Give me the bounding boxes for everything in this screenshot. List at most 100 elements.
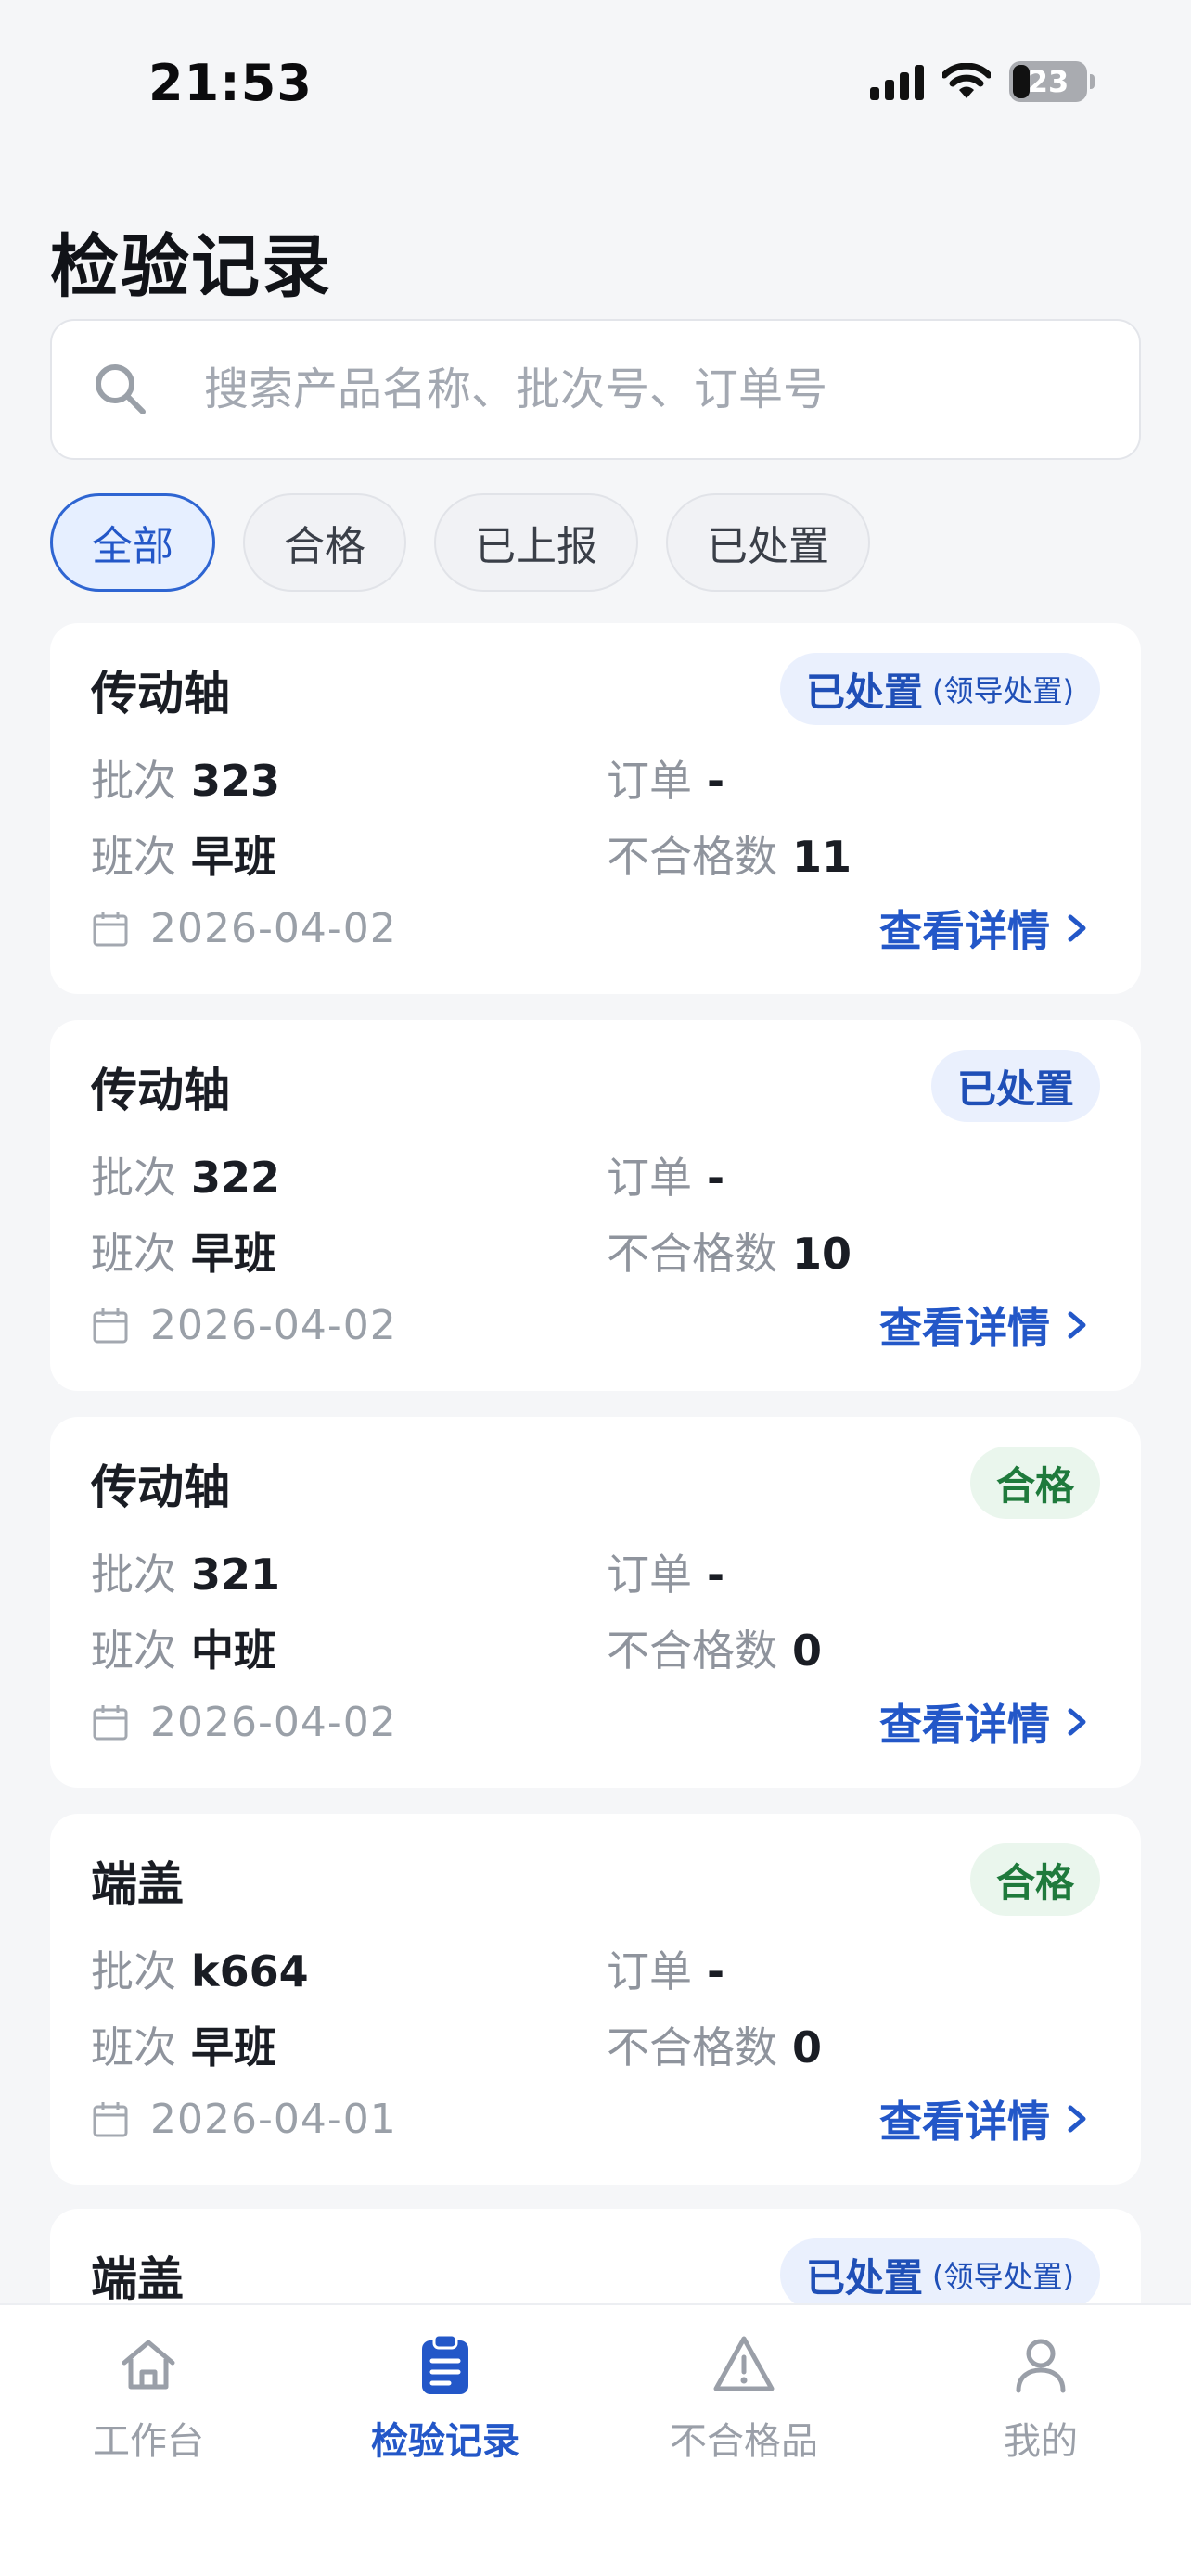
status-badge: 已处置 (领导处置) <box>780 2238 1100 2311</box>
shift-label: 班次 <box>91 832 176 882</box>
filter-handled[interactable]: 已处置 <box>666 493 870 592</box>
product-name: 传动轴 <box>91 667 230 721</box>
status-badge: 已处置 <box>930 1050 1100 1122</box>
defect-field: 不合格数 11 <box>607 823 852 885</box>
shift-field: 班次 早班 <box>91 823 276 885</box>
filter-qualified[interactable]: 合格 <box>243 493 406 592</box>
batch-value: 321 <box>191 1549 281 1600</box>
nav-mine[interactable]: 我的 <box>911 2331 1171 2465</box>
shift-value: 中班 <box>191 1626 276 1676</box>
nav-label: 检验记录 <box>371 2420 519 2463</box>
batch-label: 批次 <box>91 756 176 806</box>
defect-value: 11 <box>792 832 852 882</box>
status-label: 已处置 <box>806 669 924 715</box>
product-name: 传动轴 <box>91 1064 230 1117</box>
batch-label: 批次 <box>91 1946 176 1996</box>
shift-value: 早班 <box>191 2022 276 2072</box>
date-row: 2026-04-02 <box>91 1699 397 1746</box>
defect-label: 不合格数 <box>607 1229 777 1279</box>
record-card[interactable]: 端盖 合格 批次 k664 订单 - 班次 早班 不合格数 0 2026-04-01 查… <box>50 1814 1141 2185</box>
status-note: (领导处置) <box>932 673 1074 708</box>
date-row: 2026-04-02 <box>91 905 397 952</box>
bottom-nav: 工作台 检验记录 不合格品 我的 <box>0 2303 1191 2576</box>
chevron-right-icon <box>1068 2105 1086 2133</box>
filter-chips: 全部 合格 已上报 已处置 <box>50 493 870 592</box>
record-date: 2026-04-01 <box>150 2096 397 2143</box>
defect-label: 不合格数 <box>607 1626 777 1676</box>
warning-icon <box>713 2336 775 2391</box>
nav-nonconforming[interactable]: 不合格品 <box>614 2331 874 2465</box>
batch-label: 批次 <box>91 1549 176 1600</box>
shift-value: 早班 <box>191 832 276 882</box>
product-name: 端盖 <box>91 2252 184 2306</box>
order-value: - <box>707 1946 725 1996</box>
nav-label: 我的 <box>1004 2420 1078 2463</box>
nav-label: 不合格品 <box>670 2420 818 2463</box>
date-row: 2026-04-02 <box>91 1302 397 1349</box>
defect-label: 不合格数 <box>607 832 777 882</box>
record-date: 2026-04-02 <box>150 1699 397 1746</box>
nav-label: 工作台 <box>93 2420 204 2463</box>
status-badge: 已处置 (领导处置) <box>780 653 1100 725</box>
batch-field: 批次 321 <box>91 1541 280 1602</box>
filter-reported[interactable]: 已上报 <box>434 493 638 592</box>
order-field: 订单 - <box>607 1144 724 1205</box>
nav-inspection-records[interactable]: 检验记录 <box>315 2331 575 2465</box>
defect-field: 不合格数 0 <box>607 1617 822 1678</box>
shift-label: 班次 <box>91 1626 176 1676</box>
filter-all[interactable]: 全部 <box>50 493 215 592</box>
product-name: 传动轴 <box>91 1460 230 1514</box>
user-icon <box>1016 2339 1066 2393</box>
calendar-icon <box>93 911 128 946</box>
search-input[interactable] <box>204 363 1039 415</box>
search-box[interactable] <box>50 319 1141 460</box>
view-detail-link[interactable]: 查看详情 <box>879 1294 1091 1356</box>
search-icon <box>96 364 146 414</box>
shift-label: 班次 <box>91 1229 176 1279</box>
wifi-icon <box>942 63 991 100</box>
product-name: 端盖 <box>91 1857 184 1911</box>
defect-value: 0 <box>792 1626 823 1676</box>
record-card[interactable]: 传动轴 合格 批次 321 订单 - 班次 中班 不合格数 0 2026-04-02 查… <box>50 1417 1141 1788</box>
date-row: 2026-04-01 <box>91 2096 397 2143</box>
signal-icon <box>870 63 924 100</box>
order-field: 订单 - <box>607 1938 724 1999</box>
view-detail-label: 查看详情 <box>879 1700 1050 1750</box>
batch-field: 批次 k664 <box>91 1938 309 1999</box>
status-bar: 21:53 23 <box>0 0 1191 167</box>
calendar-icon <box>93 1704 128 1740</box>
home-icon <box>122 2340 175 2390</box>
batch-field: 批次 322 <box>91 1144 280 1205</box>
shift-field: 班次 早班 <box>91 2014 276 2075</box>
order-value: - <box>707 1153 725 1203</box>
chevron-right-icon <box>1068 1708 1086 1736</box>
view-detail-link[interactable]: 查看详情 <box>879 1691 1091 1753</box>
battery-level: 23 <box>1027 64 1069 99</box>
record-card[interactable]: 传动轴 已处置 批次 322 订单 - 班次 早班 不合格数 10 2026-04-02… <box>50 1020 1141 1391</box>
view-detail-link[interactable]: 查看详情 <box>879 2088 1091 2149</box>
defect-value: 0 <box>792 2022 823 2072</box>
record-card[interactable]: 传动轴 已处置 (领导处置) 批次 323 订单 - 班次 早班 不合格数 11 202… <box>50 623 1141 994</box>
shift-label: 班次 <box>91 2022 176 2072</box>
batch-label: 批次 <box>91 1153 176 1203</box>
status-label: 已处置 <box>956 1065 1074 1112</box>
record-date: 2026-04-02 <box>150 905 397 952</box>
order-label: 订单 <box>607 1549 692 1600</box>
view-detail-link[interactable]: 查看详情 <box>879 898 1091 959</box>
batch-value: 323 <box>191 756 281 806</box>
status-icons: 23 <box>870 61 1095 102</box>
order-field: 订单 - <box>607 747 724 809</box>
defect-label: 不合格数 <box>607 2022 777 2072</box>
page-title: 检验记录 <box>50 227 332 307</box>
shift-field: 班次 中班 <box>91 1617 276 1678</box>
nav-workbench[interactable]: 工作台 <box>19 2331 278 2465</box>
clipboard-icon <box>422 2333 468 2394</box>
order-label: 订单 <box>607 756 692 806</box>
calendar-icon <box>93 1307 128 1343</box>
batch-field: 批次 323 <box>91 747 280 809</box>
batch-value: k664 <box>191 1946 309 1996</box>
order-field: 订单 - <box>607 1541 724 1602</box>
defect-field: 不合格数 10 <box>607 1220 852 1282</box>
status-label: 已处置 <box>806 2254 924 2301</box>
order-value: - <box>707 756 725 806</box>
